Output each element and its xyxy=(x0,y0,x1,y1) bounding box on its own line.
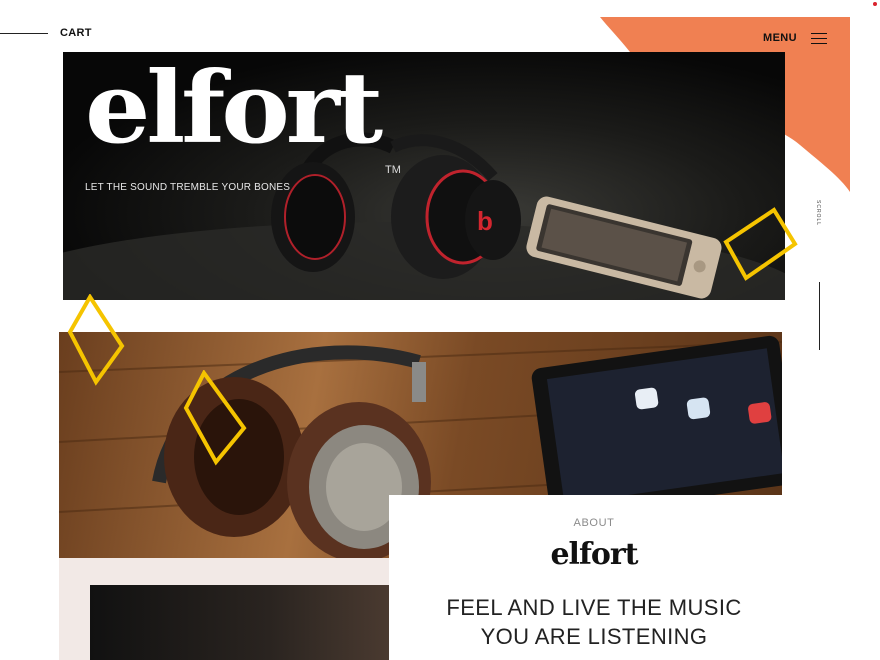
scroll-indicator[interactable] xyxy=(819,282,820,350)
menu-label: MENU xyxy=(763,32,797,44)
hero-tagline: LET THE SOUND TREMBLE YOUR BONES xyxy=(85,182,291,193)
diamond-outline-icon xyxy=(723,207,798,281)
about-headline-line1: FEEL AND LIVE THE MUSIC xyxy=(446,595,742,620)
about-section-card: ABOUT elfort FEEL AND LIVE THE MUSIC YOU… xyxy=(389,495,809,660)
diamond-outline-icon xyxy=(67,294,125,386)
about-brand-logo: elfort xyxy=(550,537,638,572)
about-label: ABOUT xyxy=(573,517,615,529)
hero-banner: b elfort TM LET THE SOUND TREMBLE YOUR B… xyxy=(63,52,785,300)
diamond-outline-icon xyxy=(183,370,247,466)
hamburger-icon xyxy=(811,32,827,44)
about-headline-line2: YOU ARE LISTENING xyxy=(480,624,708,649)
about-headline: FEEL AND LIVE THE MUSIC YOU ARE LISTENIN… xyxy=(389,593,799,651)
notification-dot xyxy=(873,2,877,6)
trademark-mark: TM xyxy=(385,164,401,176)
cart-divider-line xyxy=(0,33,48,34)
hero-brand-logo: elfort xyxy=(85,52,383,166)
menu-button[interactable]: MENU xyxy=(763,32,827,44)
cart-link[interactable]: CART xyxy=(60,27,92,39)
svg-text:b: b xyxy=(477,206,493,236)
dark-image-panel xyxy=(90,585,389,660)
scroll-label: SCROLL xyxy=(815,200,821,227)
